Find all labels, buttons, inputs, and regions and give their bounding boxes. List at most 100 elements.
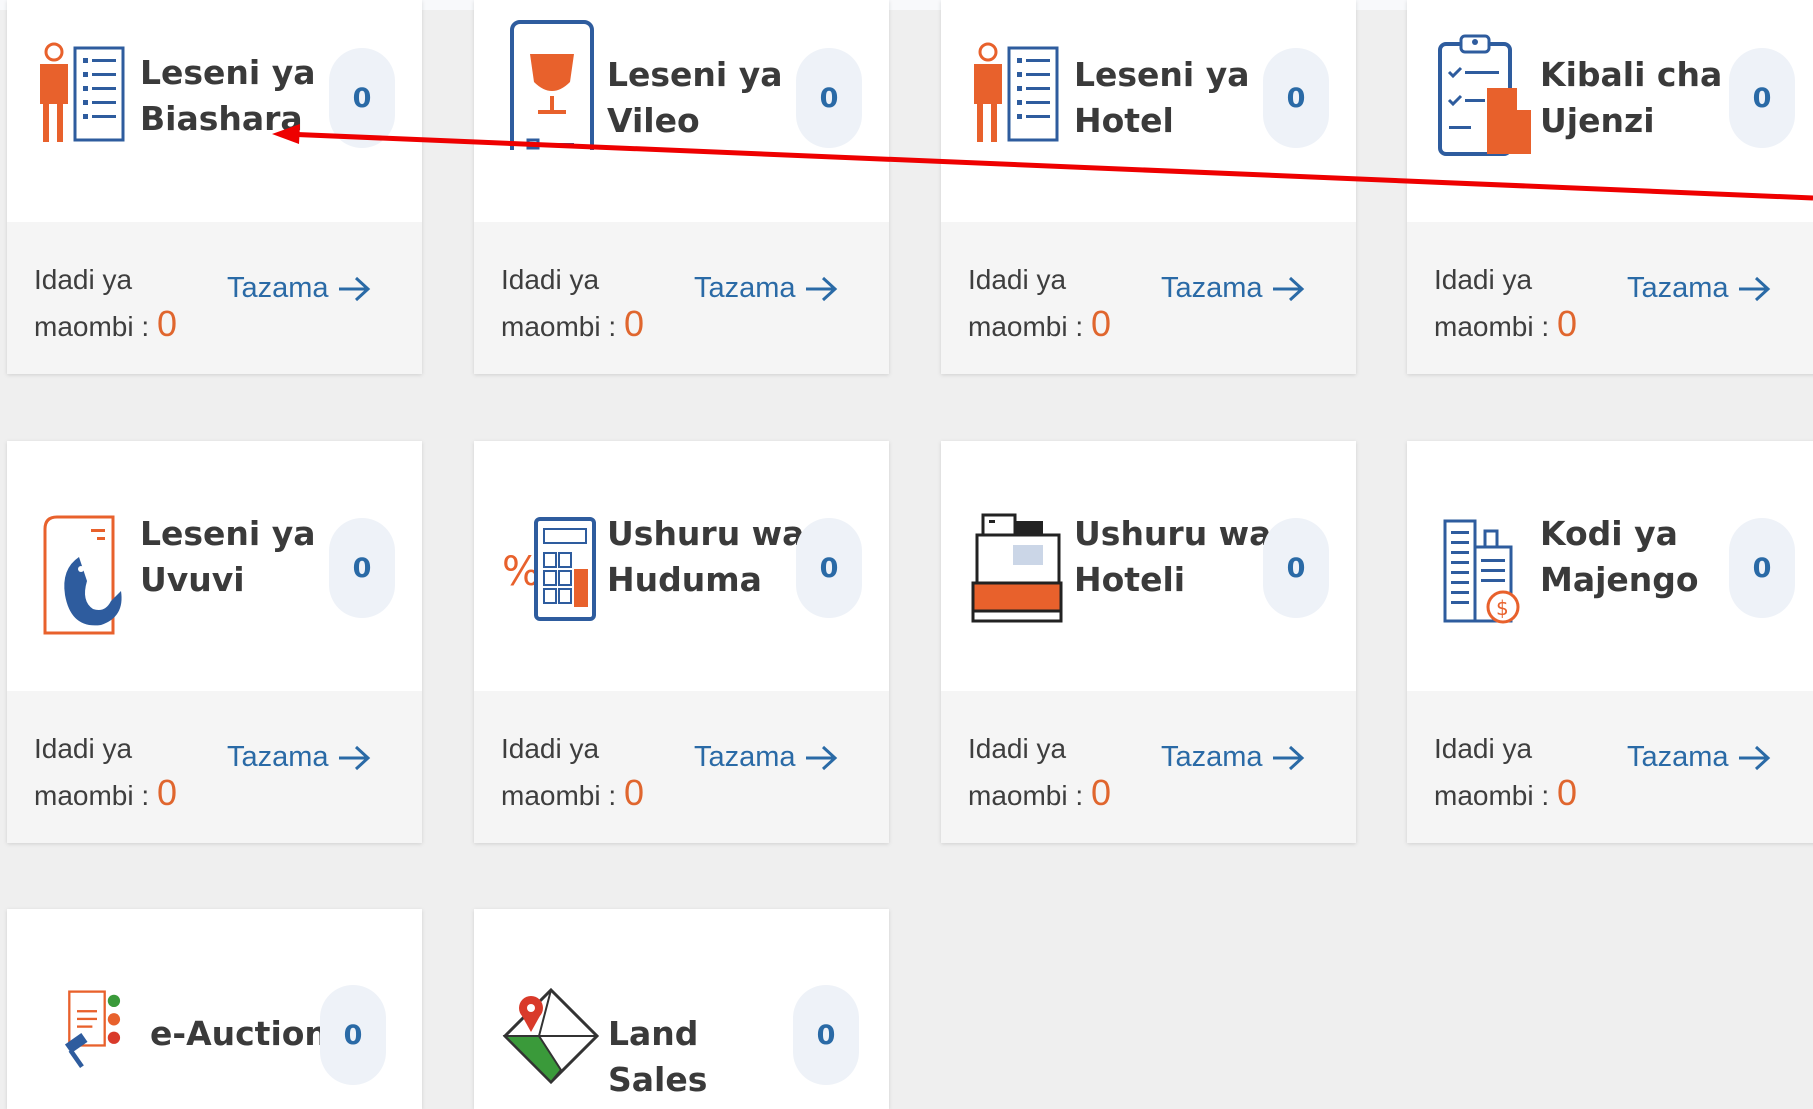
card-land-sales[interactable]: Land Sales 0 [474, 909, 889, 1109]
arrow-right-icon [805, 276, 837, 301]
count-badge: 0 [796, 518, 862, 618]
application-count: Idadi ya maombi : 0 [501, 727, 661, 818]
view-label: Tazama [694, 741, 796, 773]
arrow-right-icon [1738, 276, 1770, 301]
card-title: Leseni ya Biashara [140, 53, 316, 138]
view-label: Tazama [1627, 741, 1729, 773]
view-label: Tazama [1627, 272, 1729, 304]
business-license-icon [40, 42, 125, 142]
fishing-license-icon [43, 515, 122, 635]
card-kibali-cha-ujenzi[interactable]: Kibali cha Ujenzi 0 Idadi ya maombi : 0 … [1407, 0, 1813, 374]
view-link[interactable]: Tazama [1161, 272, 1305, 305]
count-label-text: Idadi ya maombi : [1434, 733, 1550, 811]
count-badge: 0 [1729, 48, 1795, 148]
application-count: Idadi ya maombi : 0 [34, 727, 194, 818]
card-footer: Idadi ya maombi : 0 Tazama [941, 222, 1356, 374]
count-label-text: Idadi ya maombi : [1434, 264, 1550, 342]
count-value: 0 [1556, 303, 1577, 344]
count-value: 0 [1090, 772, 1111, 813]
card-leseni-ya-vileo[interactable]: Leseni ya Vileo 0 Idadi ya maombi : 0 Ta… [474, 0, 889, 374]
card-kodi-ya-majengo[interactable]: $ Kodi ya Majengo 0 Idadi ya maombi : 0 … [1407, 441, 1813, 843]
count-badge: 0 [1263, 48, 1329, 148]
count-badge: 0 [329, 48, 395, 148]
arrow-right-icon [338, 276, 370, 301]
property-tax-icon: $ [1443, 519, 1520, 624]
card-title: Ushuru wa Hoteli [1074, 514, 1272, 599]
card-header: % Ushuru wa Huduma 0 [474, 441, 889, 691]
view-link[interactable]: Tazama [694, 272, 838, 305]
arrow-right-icon [338, 745, 370, 770]
card-footer: Idadi ya maombi : 0 Tazama [941, 691, 1356, 843]
count-badge: 0 [329, 518, 395, 618]
card-title: Land Sales [608, 1014, 708, 1099]
view-link[interactable]: Tazama [1161, 741, 1305, 774]
view-link[interactable]: Tazama [227, 272, 371, 305]
view-link[interactable]: Tazama [1627, 741, 1771, 774]
card-footer: Idadi ya maombi : 0 Tazama [474, 691, 889, 843]
count-label-text: Idadi ya maombi : [968, 733, 1084, 811]
view-label: Tazama [1161, 272, 1263, 304]
card-title: Ushuru wa Huduma [607, 514, 805, 599]
count-badge: 0 [320, 985, 386, 1085]
svg-text:$: $ [1496, 596, 1509, 620]
count-badge: 0 [1263, 518, 1329, 618]
count-label-text: Idadi ya maombi : [501, 264, 617, 342]
view-label: Tazama [1161, 741, 1263, 773]
card-title: Kodi ya Majengo [1540, 514, 1699, 599]
card-leseni-ya-hotel[interactable]: Leseni ya Hotel 0 Idadi ya maombi : 0 Ta… [941, 0, 1356, 374]
application-count: Idadi ya maombi : 0 [968, 727, 1128, 818]
building-permit-icon [1438, 34, 1531, 156]
application-count: Idadi ya maombi : 0 [1434, 727, 1594, 818]
card-title: Leseni ya Vileo [607, 55, 783, 140]
count-value: 0 [623, 772, 644, 813]
card-title: Leseni ya Uvuvi [140, 514, 316, 599]
hotel-license-icon [974, 42, 1059, 142]
view-label: Tazama [227, 272, 329, 304]
card-header: Land Sales 0 [474, 909, 889, 1109]
liquor-license-icon [510, 20, 594, 150]
count-value: 0 [156, 772, 177, 813]
view-label: Tazama [694, 272, 796, 304]
card-leseni-ya-uvuvi[interactable]: Leseni ya Uvuvi 0 Idadi ya maombi : 0 Ta… [7, 441, 422, 843]
view-link[interactable]: Tazama [227, 741, 371, 774]
count-value: 0 [623, 303, 644, 344]
card-header: Leseni ya Biashara 0 [7, 0, 422, 222]
count-label-text: Idadi ya maombi : [968, 264, 1084, 342]
view-link[interactable]: Tazama [1627, 272, 1771, 305]
card-header: Ushuru wa Hoteli 0 [941, 441, 1356, 691]
count-label-text: Idadi ya maombi : [34, 733, 150, 811]
count-value: 0 [1090, 303, 1111, 344]
e-auction-icon [64, 990, 121, 1069]
card-header: Leseni ya Hotel 0 [941, 0, 1356, 222]
arrow-right-icon [1272, 745, 1304, 770]
count-label-text: Idadi ya maombi : [501, 733, 617, 811]
count-label-text: Idadi ya maombi : [34, 264, 150, 342]
card-ushuru-wa-hoteli[interactable]: Ushuru wa Hoteli 0 Idadi ya maombi : 0 T… [941, 441, 1356, 843]
view-link[interactable]: Tazama [694, 741, 838, 774]
count-badge: 0 [796, 48, 862, 148]
land-sales-icon [502, 987, 600, 1085]
card-footer: Idadi ya maombi : 0 Tazama [7, 691, 422, 843]
count-value: 0 [1556, 772, 1577, 813]
card-header: Leseni ya Vileo 0 [474, 0, 889, 222]
view-label: Tazama [227, 741, 329, 773]
card-footer: Idadi ya maombi : 0 Tazama [1407, 691, 1813, 843]
card-footer: Idadi ya maombi : 0 Tazama [1407, 222, 1813, 374]
card-leseni-ya-biashara[interactable]: Leseni ya Biashara 0 Idadi ya maombi : 0… [7, 0, 422, 374]
count-badge: 0 [793, 985, 859, 1085]
card-title: e-Auction [150, 1014, 328, 1053]
card-e-auction[interactable]: e-Auction 0 [7, 909, 422, 1109]
application-count: Idadi ya maombi : 0 [34, 258, 194, 349]
card-title: Kibali cha Ujenzi [1540, 55, 1723, 140]
card-ushuru-wa-huduma[interactable]: % Ushuru wa Huduma 0 Idadi ya maombi : 0… [474, 441, 889, 843]
application-count: Idadi ya maombi : 0 [968, 258, 1128, 349]
application-count: Idadi ya maombi : 0 [1434, 258, 1594, 349]
card-footer: Idadi ya maombi : 0 Tazama [474, 222, 889, 374]
card-footer: Idadi ya maombi : 0 Tazama [7, 222, 422, 374]
hotel-levy-icon [971, 513, 1063, 623]
application-count: Idadi ya maombi : 0 [501, 258, 661, 349]
card-header: Kibali cha Ujenzi 0 [1407, 0, 1813, 222]
service-levy-icon: % [502, 517, 596, 621]
arrow-right-icon [1738, 745, 1770, 770]
card-header: $ Kodi ya Majengo 0 [1407, 441, 1813, 691]
